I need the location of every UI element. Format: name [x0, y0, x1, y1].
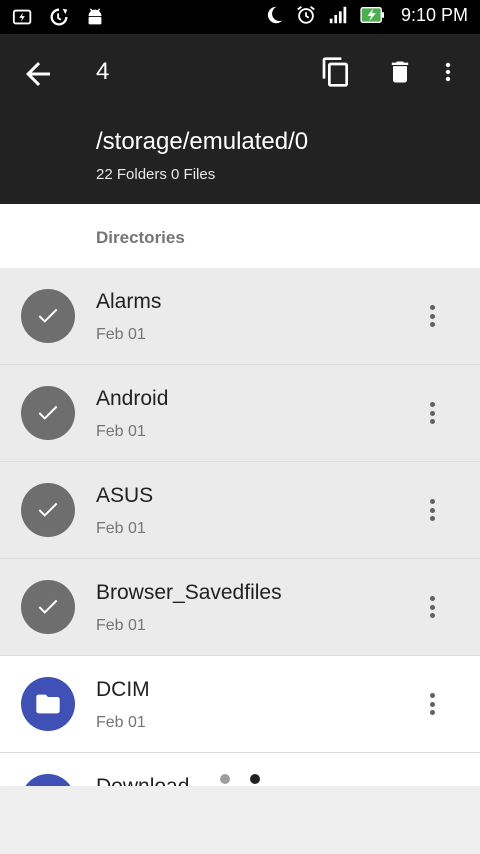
directory-list: Alarms Feb 01 Android Feb 01 ASUS Feb 01…	[0, 268, 480, 786]
item-more-icon[interactable]	[420, 593, 444, 621]
list-item-dcim[interactable]: DCIM Feb 01	[0, 656, 480, 753]
item-name: Alarms	[96, 290, 162, 313]
list-item-alarms[interactable]: Alarms Feb 01	[0, 268, 480, 365]
item-name: Browser_Savedfiles	[96, 581, 282, 604]
selected-check-avatar[interactable]	[21, 386, 75, 440]
check-icon	[38, 308, 58, 323]
delete-icon[interactable]	[386, 56, 414, 88]
status-left-icons	[12, 6, 106, 28]
item-name: Android	[96, 387, 169, 410]
status-right-icons: 9:10 PM	[263, 4, 468, 26]
item-date: Feb 01	[96, 617, 146, 634]
list-item-android[interactable]: Android Feb 01	[0, 365, 480, 462]
status-time: 9:10 PM	[400, 4, 468, 25]
directories-section-header: Directories	[0, 204, 480, 268]
selected-check-avatar[interactable]	[21, 483, 75, 537]
more-vert-icon[interactable]	[436, 56, 460, 88]
folder-avatar[interactable]	[21, 774, 75, 786]
item-date: Feb 01	[96, 326, 146, 343]
item-name: Download	[96, 775, 189, 786]
folder-icon	[36, 694, 60, 714]
alarm-icon	[297, 6, 315, 24]
item-name: DCIM	[96, 678, 150, 701]
selected-check-avatar[interactable]	[21, 580, 75, 634]
moon-icon	[267, 6, 283, 24]
list-item-asus[interactable]: ASUS Feb 01	[0, 462, 480, 559]
folder-file-counts: 22 Folders 0 Files	[96, 166, 216, 183]
page-dot-2[interactable]	[250, 774, 260, 784]
item-date: Feb 01	[96, 714, 146, 731]
item-date: Feb 01	[96, 423, 146, 440]
item-more-icon[interactable]	[420, 399, 444, 427]
flash-icon	[12, 9, 32, 25]
selected-check-avatar[interactable]	[21, 289, 75, 343]
selected-count: 4	[96, 58, 110, 85]
android-icon	[88, 8, 102, 25]
status-bar: 9:10 PM	[0, 0, 480, 34]
item-more-icon[interactable]	[420, 496, 444, 524]
page-dot-1[interactable]	[220, 774, 230, 784]
item-more-icon[interactable]	[420, 302, 444, 330]
check-icon	[38, 599, 58, 614]
page-indicator	[220, 774, 260, 784]
current-path: /storage/emulated/0	[96, 128, 309, 155]
folder-avatar[interactable]	[21, 677, 75, 731]
item-name: ASUS	[96, 484, 154, 507]
copy-icon[interactable]	[320, 56, 352, 88]
check-icon	[38, 405, 58, 420]
empty-bottom-area	[0, 786, 480, 854]
signal-icon	[329, 6, 347, 24]
sync-icon	[50, 8, 68, 26]
item-date: Feb 01	[96, 520, 146, 537]
list-item-browser-savedfiles[interactable]: Browser_Savedfiles Feb 01	[0, 559, 480, 656]
item-more-icon[interactable]	[420, 690, 444, 718]
selection-toolbar: 4 /storage/emulated/0 22 Folders 0 Files	[0, 34, 480, 204]
section-title: Directories	[96, 228, 185, 247]
check-icon	[38, 502, 58, 517]
back-icon[interactable]	[20, 56, 56, 92]
battery-charging-icon	[360, 6, 384, 24]
